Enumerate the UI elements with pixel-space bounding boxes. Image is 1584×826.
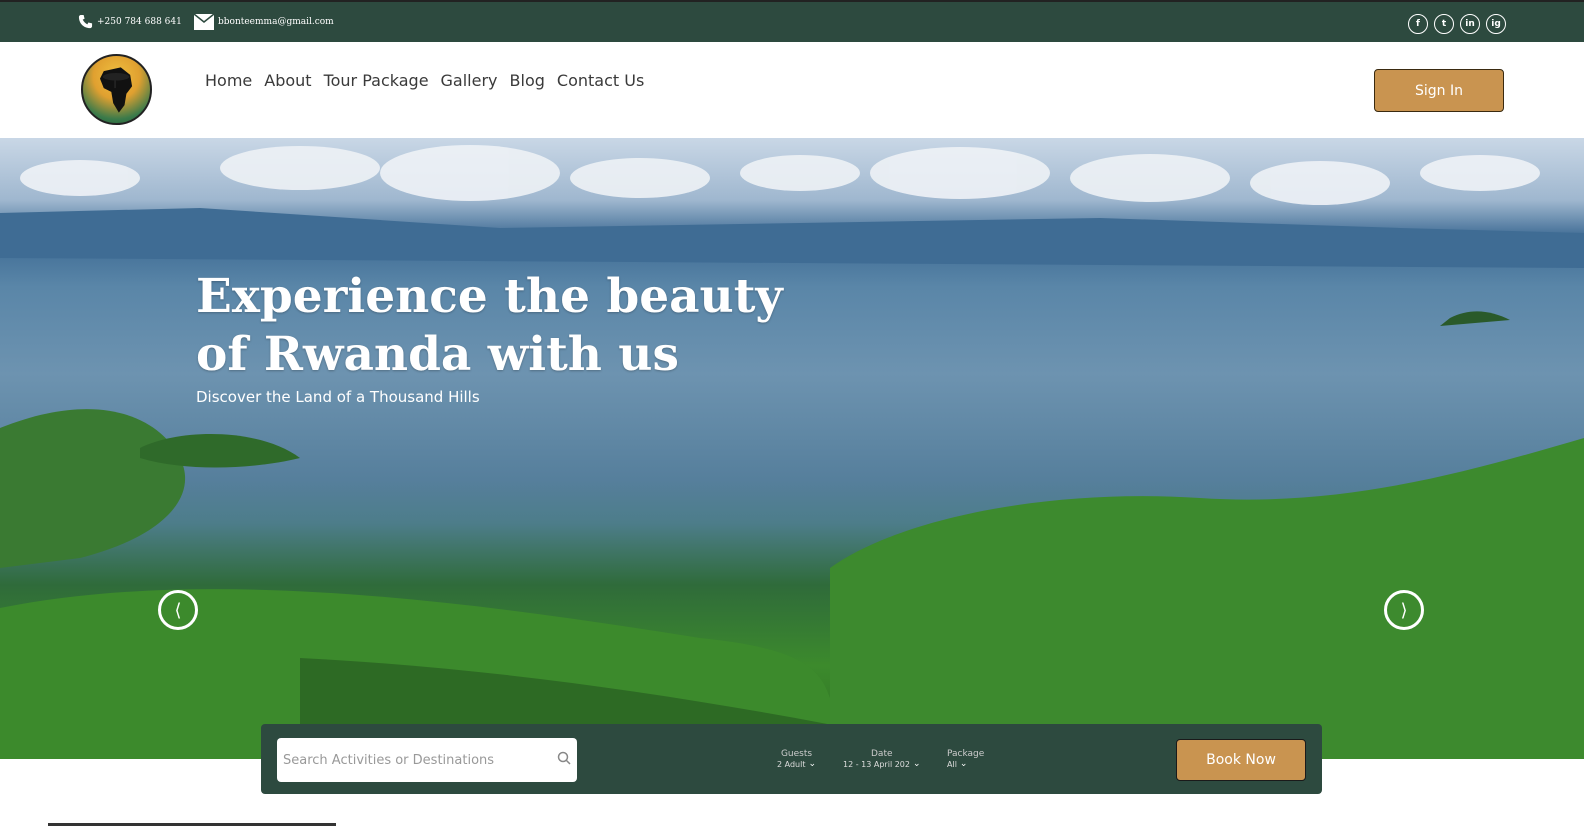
chevron-down-icon: ⌄ (808, 759, 817, 769)
search-box (277, 738, 577, 782)
chevron-down-icon: ⌄ (912, 759, 921, 769)
hero-title: Experience the beauty of Rwanda with us (196, 268, 816, 384)
sign-in-button[interactable]: Sign In (1374, 69, 1504, 112)
carousel-prev-button[interactable]: ⟨ (158, 590, 198, 630)
chevron-left-icon: ⟨ (174, 599, 182, 621)
date-label: Date (871, 749, 893, 759)
phone-number: +250 784 688 641 (97, 16, 182, 27)
search-icon[interactable] (557, 751, 571, 770)
site-logo[interactable] (81, 54, 152, 125)
linkedin-icon[interactable]: in (1460, 14, 1480, 34)
twitter-icon[interactable]: t (1434, 14, 1454, 34)
carousel-next-button[interactable]: ⟩ (1384, 590, 1424, 630)
hero-banner: Experience the beauty of Rwanda with us … (0, 138, 1584, 759)
hero-landscape-image (0, 145, 1584, 759)
guests-label: Guests (780, 749, 813, 759)
nav-contact-us[interactable]: Contact Us (557, 71, 644, 90)
package-value: All (947, 759, 957, 769)
search-input[interactable] (283, 752, 553, 768)
nav-about[interactable]: About (264, 71, 311, 90)
nav-gallery[interactable]: Gallery (441, 71, 498, 90)
nav-blog[interactable]: Blog (510, 71, 545, 90)
package-label: Package (947, 749, 985, 759)
chevron-down-icon: ⌄ (959, 759, 968, 769)
hero-title-line-1: Experience the beauty (196, 269, 783, 324)
chevron-right-icon: ⟩ (1400, 599, 1408, 621)
main-nav: Home About Tour Package Gallery Blog Con… (205, 71, 644, 90)
nav-home[interactable]: Home (205, 71, 252, 90)
booking-bar: Guests 2 Adult⌄ Date 12 - 13 April 202⌄ … (261, 724, 1322, 794)
facebook-icon[interactable]: f (1408, 14, 1428, 34)
book-now-button[interactable]: Book Now (1176, 739, 1306, 781)
mail-icon (194, 14, 214, 30)
top-contact-bar: +250 784 688 641 bbonteemma@gmail.com f … (0, 0, 1584, 42)
hero-subtitle: Discover the Land of a Thousand Hills (196, 388, 480, 406)
nav-tour-package[interactable]: Tour Package (324, 71, 429, 90)
guests-value: 2 Adult (777, 759, 806, 769)
main-navbar: Home About Tour Package Gallery Blog Con… (0, 42, 1584, 138)
package-select[interactable]: Package All ⌄ (947, 749, 984, 769)
email-address: bbonteemma@gmail.com (218, 17, 334, 27)
phone-contact[interactable]: +250 784 688 641 (78, 14, 182, 29)
phone-icon (78, 14, 93, 29)
instagram-icon[interactable]: ig (1486, 14, 1506, 34)
date-select[interactable]: Date 12 - 13 April 202 ⌄ (843, 749, 921, 769)
date-value: 12 - 13 April 202 (843, 759, 910, 769)
guests-select[interactable]: Guests 2 Adult ⌄ (777, 749, 816, 769)
email-contact[interactable]: bbonteemma@gmail.com (194, 14, 334, 30)
social-links: f t in ig (1408, 14, 1506, 34)
hero-title-line-2: of Rwanda with us (196, 327, 679, 382)
